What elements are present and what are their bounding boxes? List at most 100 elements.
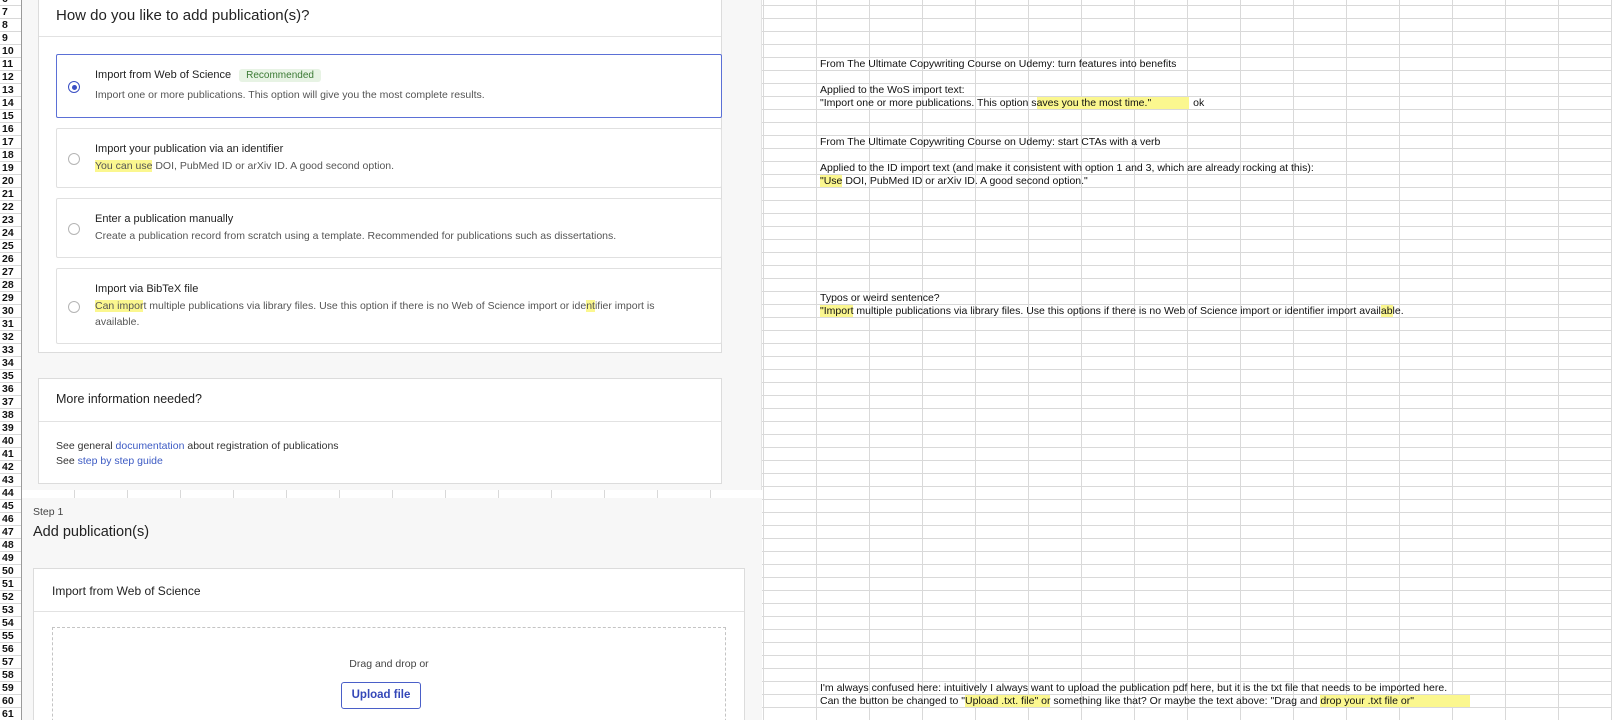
row-header[interactable]: 47 — [0, 526, 21, 539]
row-header[interactable]: 18 — [0, 149, 21, 162]
text: about registration of publications — [184, 440, 339, 452]
row-header[interactable]: 52 — [0, 591, 21, 604]
row-header[interactable]: 35 — [0, 370, 21, 383]
row-header[interactable]: 28 — [0, 279, 21, 292]
row-header[interactable]: 31 — [0, 318, 21, 331]
row-header[interactable]: 58 — [0, 669, 21, 682]
option-description: Can import multiple publications via lib… — [95, 298, 654, 330]
option-title: Import from Web of Science Recommended — [95, 69, 321, 82]
more-info-line1: See general documentation about registra… — [56, 438, 339, 454]
row-header[interactable]: 13 — [0, 84, 21, 97]
row-header[interactable]: 37 — [0, 396, 21, 409]
row-header[interactable]: 53 — [0, 604, 21, 617]
row-header[interactable]: 17 — [0, 136, 21, 149]
desc-text: ifier import is — [594, 300, 655, 312]
row-header[interactable]: 44 — [0, 487, 21, 500]
row-header[interactable]: 50 — [0, 565, 21, 578]
highlight: "Import — [820, 305, 854, 317]
radio-manual[interactable] — [68, 223, 80, 235]
recommended-badge: Recommended — [239, 69, 321, 82]
radio-identifier[interactable] — [68, 153, 80, 165]
row-header[interactable]: 8 — [0, 19, 21, 32]
row-header[interactable]: 24 — [0, 227, 21, 240]
row-header[interactable]: 34 — [0, 357, 21, 370]
row-header[interactable]: 7 — [0, 6, 21, 19]
divider — [34, 611, 744, 612]
row-header[interactable]: 9 — [0, 32, 21, 45]
row-header[interactable]: 55 — [0, 630, 21, 643]
row-header[interactable]: 40 — [0, 435, 21, 448]
more-info-line2: See step by step guide — [56, 453, 163, 469]
row-header[interactable]: 10 — [0, 45, 21, 58]
row-header[interactable]: 57 — [0, 656, 21, 669]
row-header[interactable]: 14 — [0, 97, 21, 110]
radio-bibtex[interactable] — [68, 301, 80, 313]
row-header[interactable]: 21 — [0, 188, 21, 201]
row-header[interactable]: 56 — [0, 643, 21, 656]
upload-file-button[interactable]: Upload file — [341, 682, 421, 709]
row-header[interactable]: 49 — [0, 552, 21, 565]
more-info-title: More information needed? — [56, 392, 202, 406]
highlight: nt — [586, 300, 595, 312]
row-header[interactable]: 26 — [0, 253, 21, 266]
row-header[interactable]: 11 — [0, 58, 21, 71]
row-header[interactable]: 16 — [0, 123, 21, 136]
row-header[interactable]: 41 — [0, 448, 21, 461]
documentation-link[interactable]: documentation — [116, 440, 185, 452]
row-header[interactable]: 48 — [0, 539, 21, 552]
row-header[interactable]: 36 — [0, 383, 21, 396]
grid-column-line — [1293, 0, 1294, 720]
option-title: Enter a publication manually — [95, 213, 234, 225]
grid-column-line — [816, 0, 817, 720]
option-bibtex[interactable]: Import via BibTeX file Can import multip… — [56, 268, 722, 344]
row-header[interactable]: 60 — [0, 695, 21, 708]
radio-web-of-science[interactable] — [68, 81, 80, 93]
step-label: Step 1 — [33, 506, 64, 518]
row-header[interactable]: 19 — [0, 162, 21, 175]
divider — [39, 36, 721, 37]
add-method-question: How do you like to add publication(s)? — [56, 7, 310, 24]
row-header[interactable]: 38 — [0, 409, 21, 422]
text: "Import one or more publications. This o… — [820, 97, 1037, 109]
row-header[interactable]: 42 — [0, 461, 21, 474]
row-header[interactable]: 27 — [0, 266, 21, 279]
option-description: Create a publication record from scratch… — [95, 230, 617, 242]
row-header[interactable]: 23 — [0, 214, 21, 227]
row-header[interactable]: 12 — [0, 71, 21, 84]
row-header[interactable]: 54 — [0, 617, 21, 630]
text: DOI, PubMed ID or arXiv ID. A good secon… — [842, 175, 1088, 187]
highlight: aves you the most time." — [1036, 97, 1190, 109]
step-by-step-guide-link[interactable]: step by step guide — [78, 455, 163, 467]
row-header[interactable]: 30 — [0, 305, 21, 318]
drop-zone[interactable]: Drag and drop or Upload file — [52, 627, 726, 720]
row-header[interactable]: 20 — [0, 175, 21, 188]
desc-text: available. — [95, 316, 140, 328]
row-header[interactable]: 61 — [0, 708, 21, 720]
row-header[interactable]: 29 — [0, 292, 21, 305]
row-header[interactable]: 51 — [0, 578, 21, 591]
row-header[interactable]: 32 — [0, 331, 21, 344]
note-row-59: I'm always confused here: intuitively I … — [820, 682, 1448, 694]
grid-column-line — [763, 0, 764, 720]
row-header[interactable]: 25 — [0, 240, 21, 253]
wos-import-card: Import from Web of Science Drag and drop… — [33, 568, 745, 720]
option-web-of-science[interactable]: Import from Web of Science Recommended Im… — [56, 54, 722, 118]
row-header[interactable]: 45 — [0, 500, 21, 513]
row-header[interactable]: 22 — [0, 201, 21, 214]
row-header[interactable]: 39 — [0, 422, 21, 435]
note-row-60: Can the button be changed to "Upload .tx… — [820, 695, 1470, 708]
row-header[interactable]: 59 — [0, 682, 21, 695]
page-title: Add publication(s) — [33, 524, 150, 540]
note-row-29: Typos or weird sentence? — [820, 292, 940, 304]
row-header[interactable]: 43 — [0, 474, 21, 487]
highlight: drop your .txt file or" — [1320, 695, 1470, 707]
row-header[interactable]: 46 — [0, 513, 21, 526]
text: something like that? Or maybe the text a… — [1050, 695, 1321, 707]
option-manual[interactable]: Enter a publication manually Create a pu… — [56, 198, 722, 258]
highlight: ab — [1380, 305, 1393, 317]
grid-column-line — [1399, 0, 1400, 720]
row-header[interactable]: 15 — [0, 110, 21, 123]
option-identifier[interactable]: Import your publication via an identifie… — [56, 128, 722, 188]
grid-column-line — [1452, 0, 1453, 720]
row-header[interactable]: 33 — [0, 344, 21, 357]
